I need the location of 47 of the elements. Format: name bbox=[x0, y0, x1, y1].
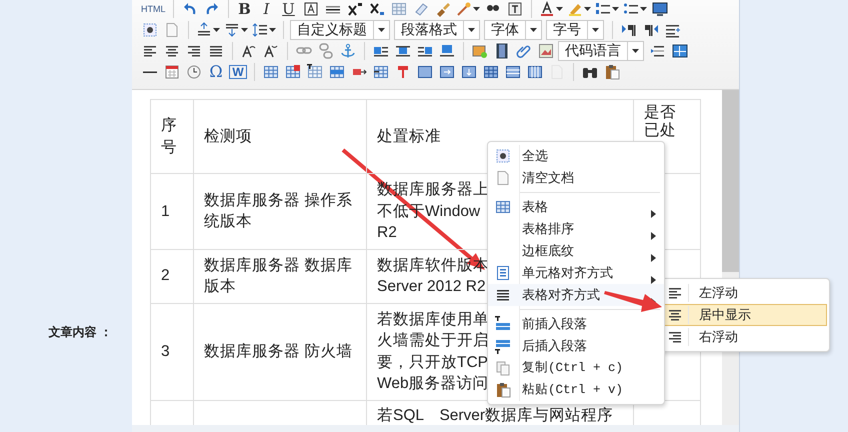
dropdown[interactable]: 段落格式 bbox=[394, 20, 480, 40]
copy-icon bbox=[495, 360, 511, 376]
toolbar-button[interactable]: B bbox=[234, 0, 254, 19]
wand-icon bbox=[456, 1, 472, 17]
align-right-icon bbox=[666, 329, 682, 345]
table-cell: 数据库服务器 防火墙 bbox=[194, 303, 366, 400]
insert-above-icon bbox=[495, 316, 511, 332]
page-icon bbox=[495, 170, 511, 186]
caret-icon bbox=[378, 28, 385, 32]
monitor-icon[interactable] bbox=[650, 0, 670, 19]
table-cell: 数据库服务器 数据库版本 bbox=[194, 249, 366, 303]
toolbar-button[interactable]: U bbox=[278, 0, 298, 19]
caret-icon bbox=[632, 48, 639, 52]
arrow bbox=[604, 291, 662, 312]
column-header: 序号 bbox=[150, 100, 194, 174]
table-cell: 2 bbox=[150, 249, 194, 303]
field-label: 文章内容 ： bbox=[48, 324, 112, 341]
insert-below-icon bbox=[495, 338, 511, 354]
align-center-icon bbox=[666, 307, 682, 323]
toolbar-button[interactable]: I bbox=[256, 0, 276, 19]
dropdown[interactable]: 自定义标题 bbox=[290, 20, 390, 40]
clipboard-icon bbox=[495, 382, 511, 398]
numbered-list-icon bbox=[594, 1, 610, 17]
dropdown[interactable]: 字号 bbox=[546, 20, 604, 40]
font-color-icon bbox=[538, 1, 554, 17]
line-spacing-above-icon bbox=[196, 22, 212, 38]
menu-item[interactable]: 表格对齐方式 bbox=[488, 284, 664, 306]
line-spacing-icon bbox=[252, 22, 268, 38]
table-cell: 数据库服务器 操作系统版本 bbox=[194, 174, 366, 249]
align-left-icon bbox=[666, 285, 682, 301]
toolbar-button[interactable]: Ω bbox=[206, 62, 226, 82]
table-icon bbox=[495, 199, 511, 215]
column-header: 检测项 bbox=[194, 100, 366, 174]
line-spacing-below-icon bbox=[224, 22, 240, 38]
table-cell: 3 bbox=[150, 303, 194, 400]
toolbar-button[interactable]: HTML bbox=[140, 0, 166, 19]
caret-icon bbox=[468, 28, 475, 32]
scrollbar-thumb[interactable] bbox=[722, 90, 739, 272]
caret-icon bbox=[530, 28, 537, 32]
caret-icon bbox=[592, 28, 599, 32]
align-justify-icon bbox=[495, 265, 511, 281]
select-all-icon bbox=[495, 148, 511, 164]
dropdown[interactable]: 代码语言 bbox=[558, 40, 644, 60]
table-cell: 1 bbox=[150, 174, 194, 249]
highlighter-icon bbox=[566, 1, 582, 17]
lines-icon bbox=[495, 287, 511, 303]
dropdown[interactable]: 字体 bbox=[484, 20, 542, 40]
